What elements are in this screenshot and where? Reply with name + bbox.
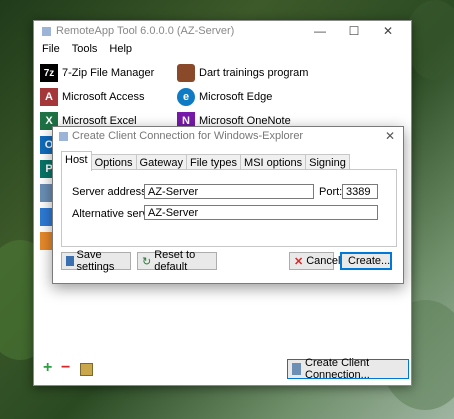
reset-icon: ↻ — [142, 255, 152, 268]
app-label: Microsoft Access — [62, 91, 145, 103]
app-item-edge[interactable]: e Microsoft Edge — [177, 86, 272, 108]
save-settings-button[interactable]: Save settings — [61, 249, 131, 273]
button-label: Create Client Connection... — [305, 357, 370, 381]
app-item-access[interactable]: A Microsoft Access — [40, 86, 145, 108]
server-address-input[interactable]: AZ-Server — [144, 184, 314, 199]
button-label: Save settings — [76, 249, 115, 273]
app-item-7zip[interactable]: 7z 7-Zip File Manager — [40, 62, 154, 84]
cancel-button[interactable]: ✕ Cancel — [289, 252, 340, 270]
7zip-icon: 7z — [40, 64, 58, 82]
reset-default-button[interactable]: ↻ Reset to default — [137, 249, 217, 273]
remove-icon[interactable]: − — [61, 359, 70, 377]
app-label: Microsoft Edge — [199, 91, 273, 103]
add-icon[interactable]: + — [43, 359, 52, 377]
cancel-icon: ✕ — [294, 255, 304, 268]
menu-file[interactable]: File — [42, 43, 60, 55]
window-title: RemoteApp Tool 6.0.0.0 (AZ-Server) — [56, 25, 235, 37]
access-icon: A — [40, 88, 58, 106]
connection-icon — [292, 363, 301, 375]
port-input[interactable]: 3389 — [342, 184, 378, 199]
app-window-icon — [42, 26, 51, 36]
dialog-title-bar: Create Client Connection for Windows-Exp… — [53, 127, 403, 145]
create-connection-dialog: Create Client Connection for Windows-Exp… — [52, 126, 404, 284]
save-icon — [66, 256, 74, 266]
dialog-close-icon[interactable]: ✕ — [385, 129, 395, 143]
button-label: Create... — [348, 255, 391, 267]
app-label: 7-Zip File Manager — [62, 67, 155, 79]
server-address-label: Server address: — [72, 186, 150, 198]
tab-host[interactable]: Host — [61, 151, 92, 171]
background-leaf — [405, 0, 454, 80]
create-client-connection-button[interactable]: Create Client Connection... — [287, 357, 409, 381]
close-button[interactable]: ✕ — [371, 23, 405, 40]
dialog-title: Create Client Connection for Windows-Exp… — [72, 130, 304, 142]
menu-bar: File Tools Help — [34, 41, 411, 57]
app-item-dart[interactable]: Dart trainings program — [177, 62, 308, 84]
menu-help[interactable]: Help — [109, 43, 132, 55]
dart-icon — [177, 64, 195, 82]
button-label: Reset to default — [154, 249, 196, 273]
maximize-button[interactable]: ☐ — [337, 23, 371, 40]
minimize-button[interactable]: — — [303, 23, 337, 40]
button-label: Cancel — [306, 255, 341, 267]
create-button[interactable]: Create... — [340, 252, 392, 270]
properties-icon[interactable] — [80, 363, 93, 376]
menu-tools[interactable]: Tools — [72, 43, 98, 55]
host-tab-panel: Server address: AZ-Server Port: 3389 Alt… — [61, 169, 397, 247]
port-label: Port: — [319, 186, 343, 198]
alt-server-input[interactable]: AZ-Server — [144, 205, 378, 220]
app-label: Dart trainings program — [199, 67, 309, 79]
edge-icon: e — [177, 88, 195, 106]
dialog-icon — [59, 131, 68, 141]
